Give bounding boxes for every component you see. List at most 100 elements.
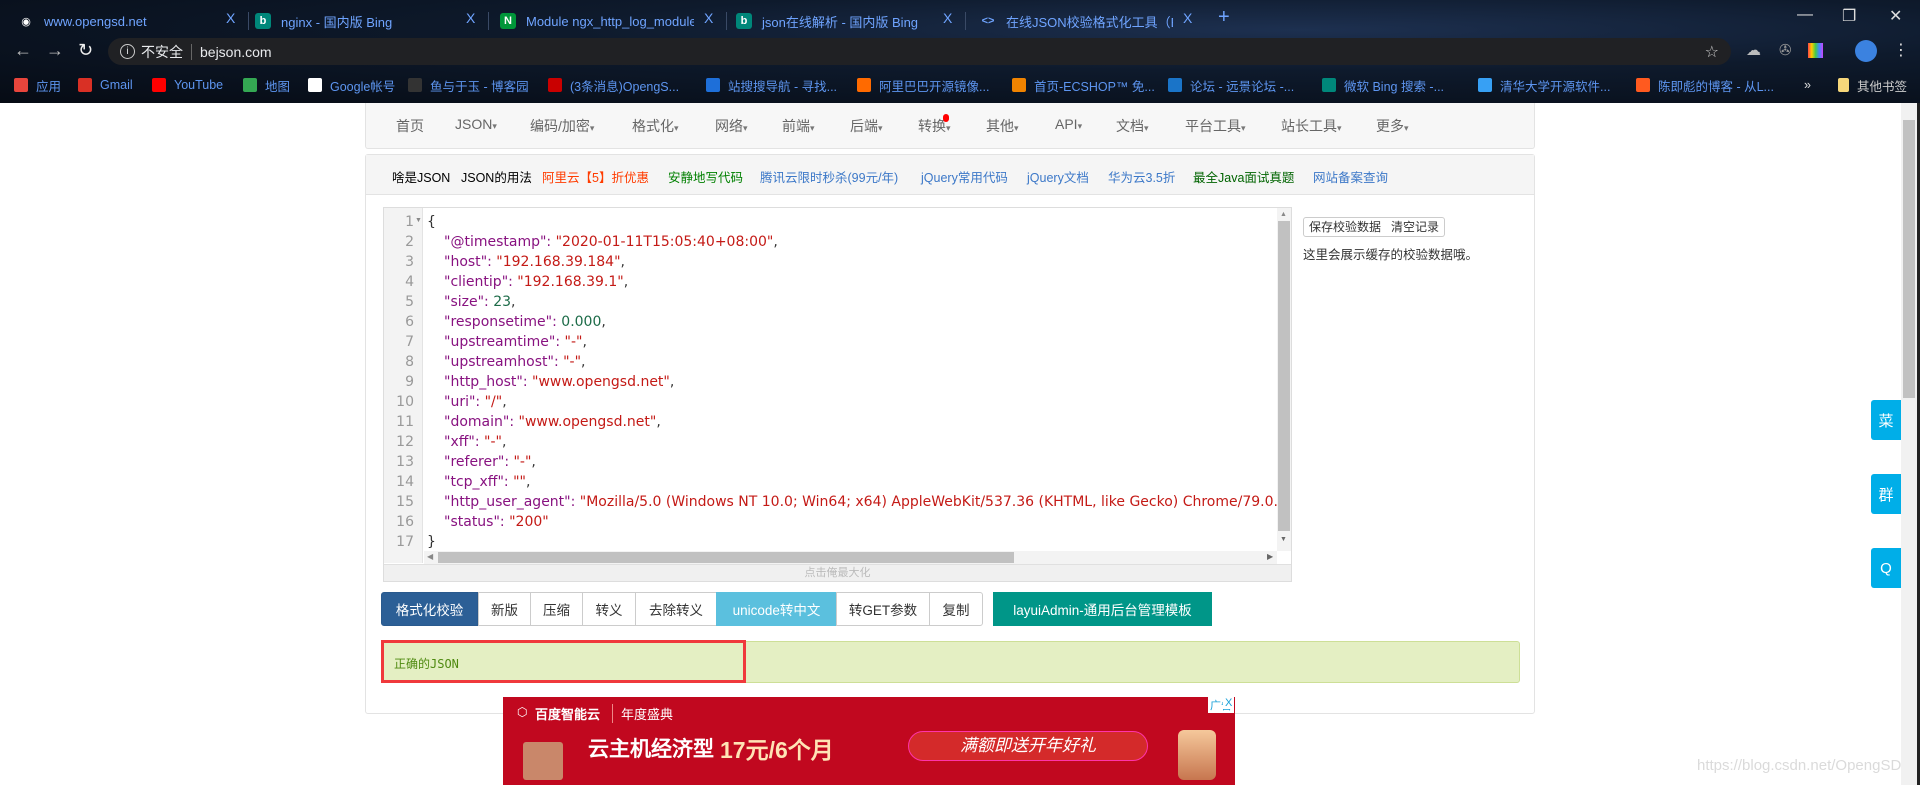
close-tab-icon[interactable]: X (704, 10, 713, 26)
caret-down-icon: ▾ (1014, 123, 1019, 133)
unicode-to-chinese-button[interactable]: unicode转中文 (716, 592, 837, 626)
nav-item[interactable]: 平台工具▾ (1185, 116, 1246, 136)
layuiadmin-button[interactable]: layuiAdmin-通用后台管理模板 (993, 592, 1212, 626)
bookmark[interactable]: 鱼与于玉 - 博客园 (408, 76, 529, 94)
quick-link[interactable]: 安静地写代码 (668, 167, 743, 186)
float-group-button[interactable]: 群 (1871, 474, 1901, 514)
json-editor[interactable]: 1 ▼ 2 3 4 5 6 7 8 9 10 11 12 13 14 15 16 17 {"@timestamp"… (383, 207, 1292, 582)
quick-link[interactable]: 阿里云【5】折优惠 (542, 167, 649, 186)
address-bar[interactable]: i 不安全 bejson.com ☆ (108, 38, 1731, 65)
tab[interactable]: N Module ngx_http_log_module (500, 6, 694, 36)
info-icon[interactable]: i (120, 44, 135, 59)
bookmark[interactable]: 陈即彪的博客 - 从L... (1636, 76, 1774, 94)
restore-icon[interactable]: ❐ (1842, 6, 1856, 26)
quick-link[interactable]: jQuery文档 (1027, 167, 1089, 186)
bookmark-star-icon[interactable]: ☆ (1705, 42, 1719, 62)
bookmark[interactable]: 应用 (14, 76, 61, 94)
bookmark[interactable]: 微软 Bing 搜索 -... (1322, 76, 1444, 94)
nav-item[interactable]: 首页 (396, 116, 424, 136)
menu-icon[interactable]: ⋮ (1893, 40, 1909, 60)
nav-item[interactable]: 站长工具▾ (1281, 116, 1342, 136)
bookmark[interactable]: (3条消息)OpengS... (548, 76, 679, 94)
tab[interactable]: b nginx - 国内版 Bing (255, 6, 456, 36)
quick-link[interactable]: 啥是JSON (392, 167, 450, 186)
security-label: 不安全 (141, 43, 183, 60)
vertical-scrollbar[interactable]: ▲ ▼ (1277, 208, 1291, 551)
float-menu-button[interactable]: 菜 (1871, 400, 1901, 440)
reload-icon[interactable]: ↻ (78, 40, 93, 61)
close-window-icon[interactable]: ✕ (1889, 6, 1902, 26)
nav-item[interactable]: 其他▾ (986, 116, 1019, 136)
nav-item[interactable]: 格式化▾ (632, 116, 679, 136)
maximize-bar[interactable]: 点击俺最大化 (384, 564, 1291, 581)
bookmark[interactable]: Google帐号 (308, 76, 395, 94)
nav-item[interactable]: 更多▾ (1376, 116, 1409, 136)
close-tab-icon[interactable]: X (226, 10, 235, 26)
copy-button[interactable]: 复制 (929, 592, 983, 626)
save-data-button[interactable]: 保存校验数据 (1303, 217, 1388, 237)
extension-icon[interactable]: ✇ (1779, 41, 1792, 59)
quick-link[interactable]: 最全Java面试真题 (1193, 167, 1294, 186)
nav-item[interactable]: 编码/加密▾ (530, 116, 594, 136)
bookmark[interactable]: 地图 (243, 76, 290, 94)
bookmark-label: 阿里巴巴开源镜像... (879, 79, 990, 94)
extension-icon[interactable]: ☁ (1746, 41, 1761, 59)
tab[interactable]: ◉ www.opengsd.net (18, 6, 216, 36)
quick-link[interactable]: JSON的用法 (461, 167, 532, 186)
forward-icon[interactable]: → (46, 40, 64, 61)
nav-item[interactable]: API▾ (1055, 116, 1082, 132)
code-icon: <> (981, 15, 995, 27)
nav-item[interactable]: 文档▾ (1116, 116, 1149, 136)
nav-item[interactable]: 转换▾ (918, 114, 951, 136)
bookmark[interactable]: 清华大学开源软件... (1478, 76, 1610, 94)
bookmark[interactable]: 阿里巴巴开源镜像... (857, 76, 989, 94)
extension-icon[interactable] (1808, 43, 1823, 58)
quick-link[interactable]: 网站备案查询 (1313, 167, 1388, 186)
bookmark[interactable]: YouTube (152, 76, 223, 94)
bookmark-label: 站搜搜导航 - 寻找... (728, 79, 838, 94)
close-tab-icon[interactable]: X (1183, 10, 1192, 26)
quick-link[interactable]: 腾讯云限时秒杀(99元/年) (760, 167, 898, 186)
json-key: xff (450, 434, 469, 450)
escape-button[interactable]: 转义 (582, 592, 636, 626)
page-scrollbar[interactable] (1901, 103, 1917, 785)
bookmark[interactable]: 首页-ECSHOP™ 免... (1012, 76, 1155, 94)
nav-item[interactable]: 前端▾ (782, 116, 815, 136)
float-qq-button[interactable]: Q (1871, 548, 1901, 588)
bookmark[interactable]: Gmail (78, 76, 133, 94)
minimize-icon[interactable]: — (1797, 6, 1813, 24)
nav-item[interactable]: 后端▾ (850, 116, 883, 136)
json-value: "200" (509, 514, 549, 530)
ad-banner[interactable]: ⬡ 百度智能云 年度盛典 云主机经济型 17元/6个月 满额即送开年好礼 广告 … (503, 697, 1235, 785)
tab-title: 在线JSON校验格式化工具（Be J (1006, 14, 1173, 30)
compress-button[interactable]: 压缩 (530, 592, 583, 626)
to-get-params-button[interactable]: 转GET参数 (836, 592, 930, 626)
close-tab-icon[interactable]: X (466, 10, 475, 26)
quick-link[interactable]: 华为云3.5折 (1108, 167, 1175, 186)
bookmark[interactable]: 论坛 - 远景论坛 -... (1168, 76, 1294, 94)
page-scrollbar-thumb[interactable] (1903, 120, 1915, 398)
nav-item[interactable]: 网络▾ (715, 116, 748, 136)
json-value: "-" (513, 454, 532, 470)
url-text[interactable]: bejson.com (200, 44, 272, 60)
nav-item[interactable]: JSON▾ (455, 116, 497, 132)
format-validate-button[interactable]: 格式化校验 (381, 592, 478, 626)
other-bookmarks[interactable]: 其他书签 (1838, 76, 1907, 94)
horizontal-scrollbar[interactable]: ◀ ▶ (424, 551, 1277, 564)
tab[interactable]: b json在线解析 - 国内版 Bing (736, 6, 933, 36)
tab[interactable]: <> 在线JSON校验格式化工具（Be J (980, 6, 1173, 36)
json-value: "www.opengsd.net" (518, 414, 657, 430)
profile-avatar[interactable] (1855, 40, 1877, 62)
nav-label: 前端 (782, 118, 810, 134)
clear-records-button[interactable]: 清空记录 (1386, 217, 1446, 237)
close-tab-icon[interactable]: X (943, 10, 952, 26)
new-tab-button[interactable]: + (1218, 6, 1230, 29)
back-icon[interactable]: ← (14, 40, 32, 61)
ad-close-button[interactable]: X (1223, 697, 1235, 709)
gmail-icon (78, 78, 92, 92)
unescape-button[interactable]: 去除转义 (635, 592, 717, 626)
bookmark[interactable]: 站搜搜导航 - 寻找... (706, 76, 837, 94)
new-version-button[interactable]: 新版 (478, 592, 531, 626)
quick-link[interactable]: jQuery常用代码 (921, 167, 1008, 186)
more-bookmarks-button[interactable]: » (1804, 76, 1811, 94)
